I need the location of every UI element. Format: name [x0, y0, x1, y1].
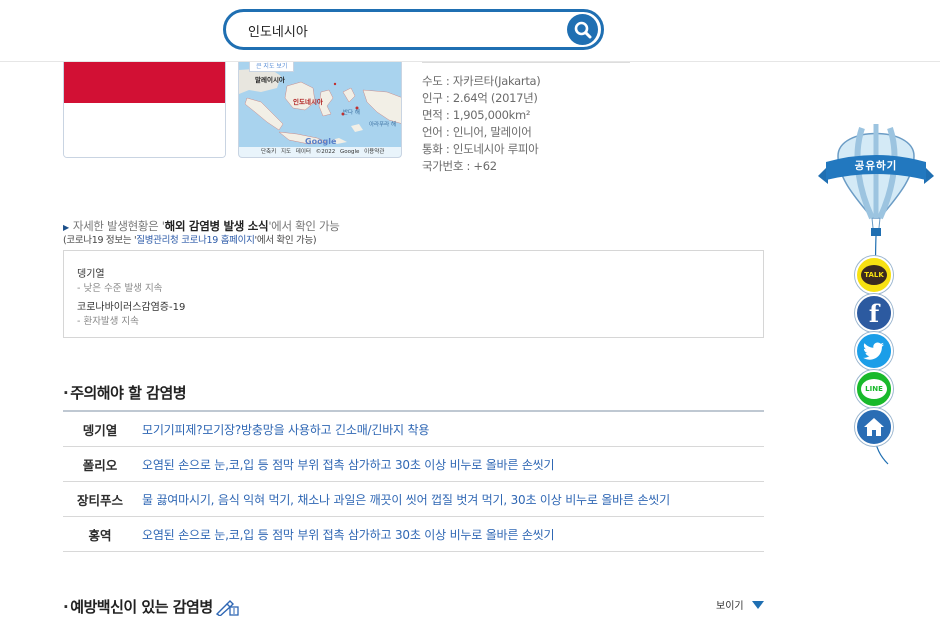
caution-disease-table: 뎅기열 모기기피제?모기장?방충망을 사용하고 긴소매/긴바지 착용 폴리오 오… [63, 410, 764, 552]
map-footer: 단축키 지도 데이터 ©2022 Google 이용약관 [239, 147, 401, 157]
kakaotalk-share-button[interactable]: TALK [855, 256, 893, 294]
vaccine-title-text: 예방백신이 있는 감염병 [70, 598, 213, 616]
country-map[interactable]: 큰 지도 보기 말레이시아 인도네시아 반다 해 아라푸라 해 Google 단… [238, 62, 402, 158]
search-input[interactable] [248, 20, 548, 40]
map-label-malaysia: 말레이시아 [255, 76, 285, 84]
outbreak-name: 뎅기열 [77, 269, 105, 280]
caution-section-title: · 주의해야 할 감염병 [63, 382, 187, 403]
caution-title-text: 주의해야 할 감염병 [70, 384, 187, 402]
line-share-button[interactable]: LINE [855, 370, 893, 408]
covid-notice-pre: (코로나19 정보는 ' [63, 235, 137, 246]
info-population: 인구 : 2.64억 (2017년) [422, 91, 538, 105]
map-shortcut-link[interactable]: 단축키 [261, 149, 276, 155]
map-terms-link[interactable]: 이용약관 [364, 149, 384, 155]
table-row: 홍역 오염된 손으로 눈,코,입 등 점막 부위 접촉 삼가하고 30초 이상 … [63, 517, 764, 552]
map-google-logo: Google [305, 137, 337, 146]
bullet-dot-icon: · [63, 384, 69, 402]
table-row: 뎅기열 모기기피제?모기장?방충망을 사용하고 긴소매/긴바지 착용 [63, 412, 764, 447]
header-bar [0, 0, 940, 62]
triangle-bullet-icon: ▶ [63, 223, 69, 232]
search-box[interactable] [223, 9, 604, 50]
flag-white-band [64, 103, 225, 157]
home-icon [864, 418, 884, 436]
notice-text-pre: 자세한 발생현황은 ' [72, 219, 165, 233]
info-currency: 통화 : 인도네시아 루피아 [422, 142, 539, 156]
disease-name: 폴리오 [82, 457, 118, 473]
line-icon: LINE [861, 379, 887, 399]
triangle-down-icon [751, 600, 764, 609]
twitter-bird-icon [863, 342, 884, 360]
disease-prevention-link[interactable]: 오염된 손으로 눈,코,입 등 점막 부위 접촉 삼가하고 30초 이상 비누로… [142, 456, 555, 473]
outbreak-status: - 낮은 수준 발생 지속 [77, 283, 163, 294]
map-label-arafura: 아라푸라 해 [369, 122, 397, 128]
line-label: LINE [865, 385, 883, 393]
search-button[interactable] [567, 14, 598, 45]
syringe-pencil-icon [215, 599, 239, 616]
outbreak-name: 코로나바이러스감염증-19 [77, 302, 186, 313]
disease-prevention-link[interactable]: 모기기피제?모기장?방충망을 사용하고 긴소매/긴바지 착용 [142, 421, 429, 438]
facebook-share-button[interactable]: f [855, 294, 893, 332]
covid-notice-post: '에서 확인 가능) [254, 235, 317, 246]
kakaotalk-label: TALK [864, 271, 884, 279]
disease-name: 홍역 [88, 527, 112, 543]
notice-text-post: '에서 확인 가능 [268, 219, 340, 233]
disease-name: 뎅기열 [82, 422, 118, 438]
info-capital: 수도 : 자카르타(Jakarta) [422, 74, 541, 88]
kdca-covid-homepage-link[interactable]: 질병관리청 코로나19 홈페이지 [136, 235, 255, 246]
country-flag [63, 62, 226, 158]
map-label-banda: 반다 해 [343, 110, 360, 116]
bullet-dot-icon: · [63, 597, 69, 616]
info-country-code: 국가번호 : +62 [422, 159, 497, 173]
flag-red-band [64, 62, 225, 103]
map-large-view-button[interactable]: 큰 지도 보기 [249, 62, 295, 72]
outbreak-status: - 환자발생 지속 [77, 316, 139, 327]
disease-prevention-link[interactable]: 물 끓여마시기, 음식 익혀 먹기, 채소나 과일은 깨끗이 씻어 껍질 벗겨 … [142, 491, 670, 508]
map-data-credit: 지도 데이터 ©2022 Google [280, 149, 360, 155]
twitter-share-button[interactable] [855, 332, 893, 370]
share-title: 공유하기 [854, 160, 898, 172]
country-info-list: 수도 : 자카르타(Jakarta) 인구 : 2.64억 (2017년) 면적… [422, 62, 630, 175]
home-button[interactable] [855, 408, 893, 446]
disease-prevention-link[interactable]: 오염된 손으로 눈,코,입 등 점막 부위 접촉 삼가하고 30초 이상 비누로… [142, 526, 555, 543]
vaccine-section-title: · 예방백신이 있는 감염병 [63, 596, 239, 617]
outbreak-box: 뎅기열 - 낮은 수준 발생 지속 코로나바이러스감염증-19 - 환자발생 지… [63, 250, 764, 338]
show-toggle-label: 보이기 [716, 601, 744, 612]
show-vaccine-toggle[interactable]: 보이기 [716, 597, 764, 612]
covid-notice: (코로나19 정보는 '질병관리청 코로나19 홈페이지'에서 확인 가능) [63, 232, 317, 246]
disease-name: 장티푸스 [76, 492, 123, 508]
table-row: 장티푸스 물 끓여마시기, 음식 익혀 먹기, 채소나 과일은 깨끗이 씻어 껍… [63, 482, 764, 517]
table-row: 폴리오 오염된 손으로 눈,코,입 등 점막 부위 접촉 삼가하고 30초 이상… [63, 447, 764, 482]
kakaotalk-icon: TALK [861, 265, 887, 285]
info-language: 언어 : 인니어, 말레이어 [422, 125, 532, 139]
map-label-indonesia: 인도네시아 [293, 98, 323, 106]
facebook-icon: f [868, 298, 880, 328]
overseas-outbreak-news-link[interactable]: 해외 감염병 발생 소식 [165, 219, 269, 233]
search-icon [574, 21, 591, 38]
info-area: 면적 : 1,905,000km² [422, 108, 531, 122]
share-widget: 공유하기 TALK f LINE [816, 118, 936, 468]
